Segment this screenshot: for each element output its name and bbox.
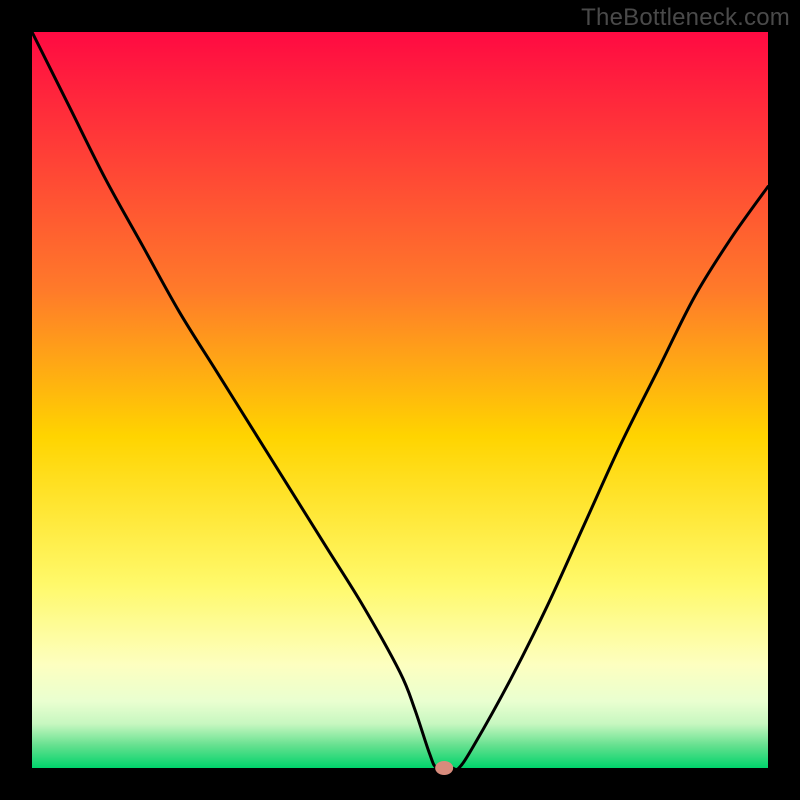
watermark-text: TheBottleneck.com — [581, 4, 790, 32]
optimal-point-marker — [435, 761, 453, 775]
chart-gradient-background — [32, 32, 768, 768]
chart-frame: TheBottleneck.com — [0, 0, 800, 800]
bottleneck-chart — [0, 0, 800, 800]
